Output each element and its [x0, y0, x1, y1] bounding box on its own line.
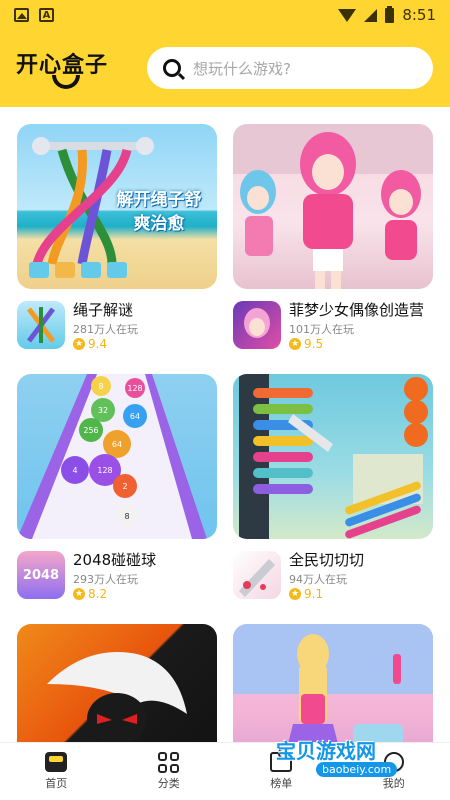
svg-text:128: 128 — [97, 466, 112, 475]
game-title: 全民切切切 — [289, 551, 365, 569]
search-placeholder: 想玩什么游戏? — [193, 59, 291, 78]
game-rating-value: 9.4 — [88, 337, 108, 351]
status-time: 8:51 — [402, 6, 436, 24]
cut-art — [239, 374, 428, 539]
star-icon: ★ — [289, 338, 301, 350]
rope-icon — [27, 307, 55, 343]
game-card[interactable]: 菲梦少女偶像创造营 101万人在玩 ★ 9.5 — [233, 124, 433, 353]
nav-category[interactable]: 分类 — [113, 743, 226, 800]
idol-icon — [244, 308, 270, 338]
app-logo: 开心盒子 — [16, 47, 126, 93]
game-rating: ★ 8.2 — [73, 587, 107, 601]
wifi-icon — [338, 8, 357, 22]
number-ball: 256 — [79, 418, 103, 442]
game-card[interactable]: 全民切切切 94万人在玩 ★ 9.1 — [233, 374, 433, 603]
number-ball: 64 — [103, 430, 131, 458]
game-cover[interactable]: 8 128 32 64 256 64 128 4 2 8 — [17, 374, 217, 539]
number-ball: 8 — [91, 376, 111, 396]
game-icon[interactable] — [233, 551, 281, 599]
nav-category-label: 分类 — [157, 777, 180, 790]
game-title: 菲梦少女偶像创造营 — [289, 301, 425, 319]
game-cover[interactable] — [233, 124, 433, 289]
status-bar: A 8:51 — [0, 0, 450, 32]
idol-art — [233, 124, 433, 289]
svg-text:4: 4 — [72, 466, 77, 475]
game-rating: ★ 9.5 — [289, 337, 323, 351]
number-ball: 32 — [91, 398, 115, 422]
svg-text:8: 8 — [124, 512, 129, 521]
logo-smile-icon — [52, 75, 80, 89]
number-ball: 8 — [115, 504, 139, 528]
game-card[interactable]: 解开绳子舒爽治愈 绳子解谜 281万人在玩 ★ 9.4 — [17, 124, 217, 353]
game-rating-value: 9.5 — [304, 337, 324, 351]
cover-banner-text: 解开绳子舒爽治愈 — [116, 190, 202, 234]
number-ball: 128 — [125, 378, 145, 398]
game-icon[interactable] — [17, 301, 65, 349]
watermark-url: baobeiy.com — [316, 762, 398, 777]
star-icon: ★ — [289, 588, 301, 600]
game-rating: ★ 9.4 — [73, 337, 107, 351]
image-notification-icon — [14, 8, 29, 22]
game-card[interactable]: 8 128 32 64 256 64 128 4 2 8 2048 2048碰碰球 293万人在玩… — [17, 374, 217, 603]
game-title: 绳子解谜 — [73, 301, 134, 319]
site-watermark: 宝贝游戏网 baobeiy.com — [276, 735, 426, 785]
svg-text:2: 2 — [122, 482, 127, 491]
knife-icon — [239, 559, 275, 597]
svg-text:64: 64 — [112, 440, 122, 449]
game-icon[interactable] — [233, 301, 281, 349]
svg-text:8: 8 — [98, 382, 103, 391]
game-cover[interactable] — [233, 374, 433, 539]
watermark-text: 宝贝游戏网 — [276, 739, 376, 763]
game-icon-text: 2048 — [22, 567, 60, 583]
a-notification-icon: A — [39, 8, 54, 22]
ball-art: 8 128 32 64 256 64 128 4 2 8 — [17, 374, 207, 539]
star-icon: ★ — [73, 588, 85, 600]
svg-text:32: 32 — [98, 406, 108, 415]
signal-icon — [364, 8, 378, 22]
header-bar: A 8:51 开心盒子 想玩什么游戏? — [0, 0, 450, 107]
search-icon — [163, 59, 181, 77]
game-players: 293万人在玩 — [73, 573, 138, 586]
game-players: 101万人在玩 — [289, 323, 354, 336]
game-title: 2048碰碰球 — [73, 551, 157, 569]
battery-icon — [385, 5, 395, 23]
number-ball: 2 — [113, 474, 137, 498]
game-players: 281万人在玩 — [73, 323, 138, 336]
nav-home[interactable]: 首页 — [0, 743, 113, 800]
number-ball: 4 — [61, 456, 89, 484]
category-grid-icon — [157, 752, 180, 773]
game-cover[interactable]: 解开绳子舒爽治愈 — [17, 124, 217, 289]
game-rating: ★ 9.1 — [289, 587, 323, 601]
game-rating-value: 8.2 — [88, 587, 108, 601]
svg-text:64: 64 — [130, 412, 140, 421]
home-gamepad-icon — [45, 752, 68, 772]
game-icon[interactable]: 2048 — [17, 551, 65, 599]
game-rating-value: 9.1 — [304, 587, 324, 601]
star-icon: ★ — [73, 338, 85, 350]
number-ball: 64 — [123, 404, 147, 428]
svg-text:256: 256 — [83, 426, 98, 435]
nav-home-label: 首页 — [45, 777, 68, 790]
game-players: 94万人在玩 — [289, 573, 347, 586]
search-input[interactable]: 想玩什么游戏? — [147, 47, 433, 89]
svg-text:128: 128 — [127, 384, 142, 393]
